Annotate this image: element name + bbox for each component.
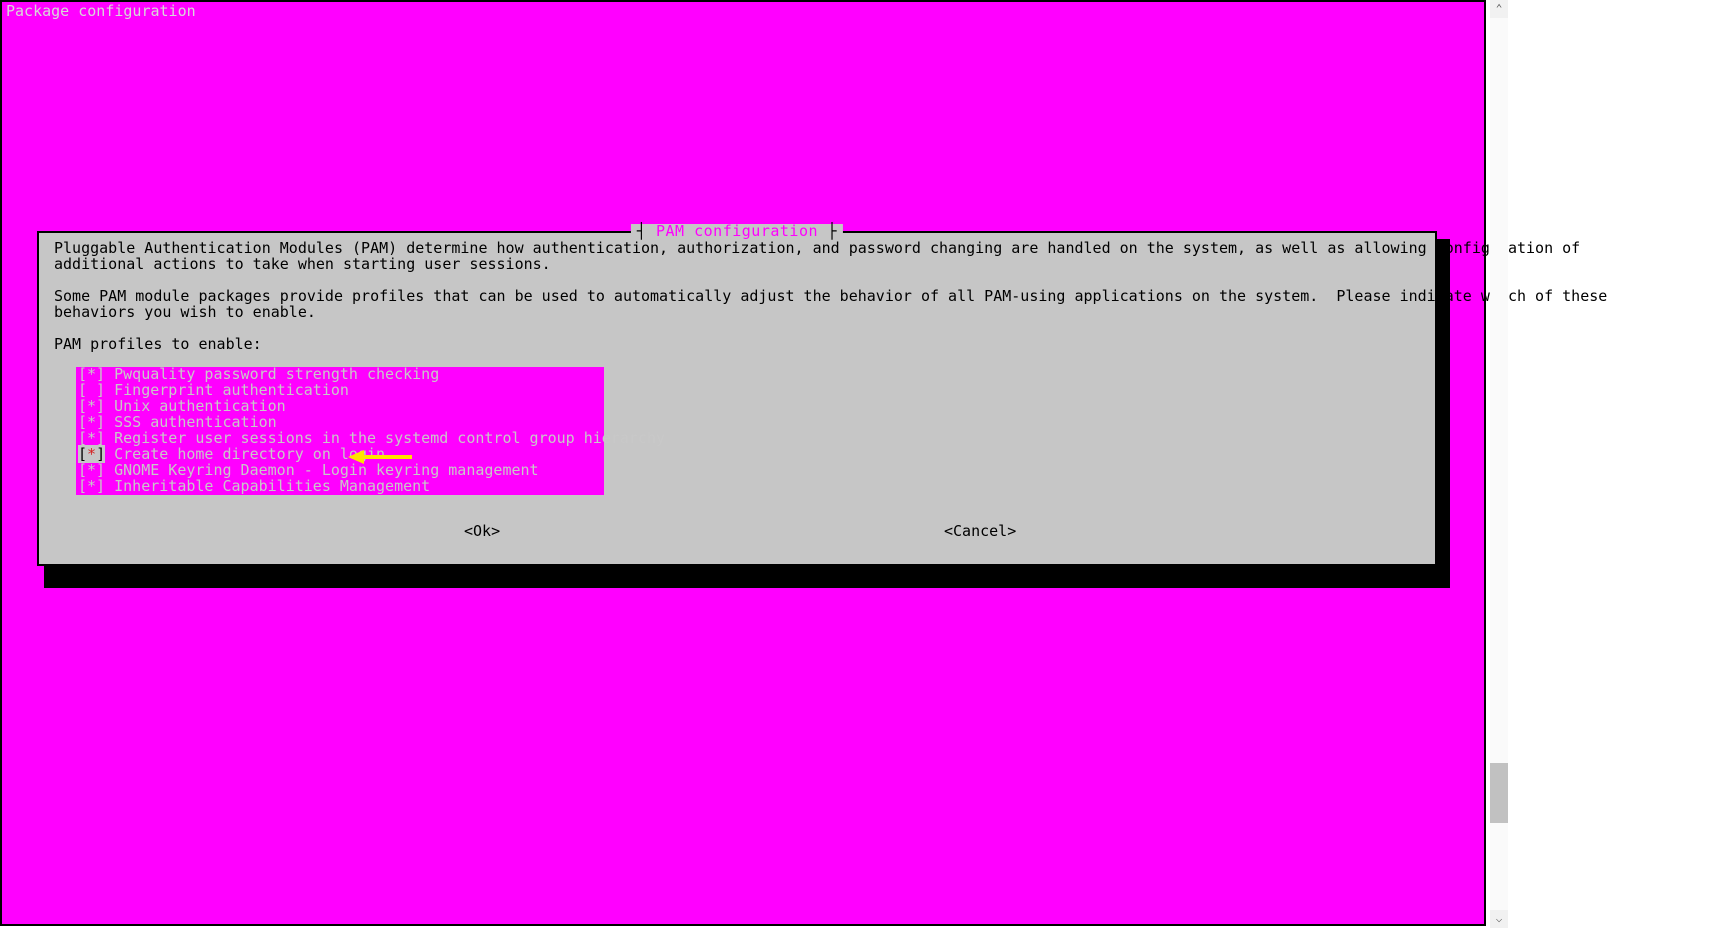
vertical-scrollbar[interactable]: ⌃ ⌵: [1490, 0, 1508, 928]
dialog-text: additional actions to take when starting…: [51, 257, 1423, 273]
dialog-title: ┤ PAM configuration ├: [631, 224, 843, 239]
page-title: Package configuration: [3, 4, 199, 20]
terminal-window: Package configuration ┤ PAM configuratio…: [0, 0, 1486, 926]
scroll-up-button[interactable]: ⌃: [1490, 0, 1508, 18]
profiles-checklist[interactable]: [*] Pwquality password strength checking…: [76, 367, 604, 495]
dialog-body: Pluggable Authentication Modules (PAM) d…: [51, 241, 1423, 353]
viewport: Package configuration ┤ PAM configuratio…: [0, 0, 1712, 928]
dialog-text: behaviors you wish to enable.: [51, 305, 1423, 321]
cancel-button[interactable]: <Cancel>: [944, 524, 1016, 539]
scroll-down-button[interactable]: ⌵: [1490, 910, 1508, 928]
ok-button[interactable]: <Ok>: [464, 524, 500, 539]
list-item[interactable]: [*] Inheritable Capabilities Management: [76, 479, 604, 495]
scrollbar-track[interactable]: [1490, 18, 1508, 910]
pam-config-dialog: ┤ PAM configuration ├ Pluggable Authenti…: [37, 231, 1437, 566]
dialog-buttons: <Ok> <Cancel>: [39, 524, 1435, 542]
scrollbar-thumb[interactable]: [1490, 763, 1508, 823]
dialog-prompt: PAM profiles to enable:: [51, 337, 1423, 353]
